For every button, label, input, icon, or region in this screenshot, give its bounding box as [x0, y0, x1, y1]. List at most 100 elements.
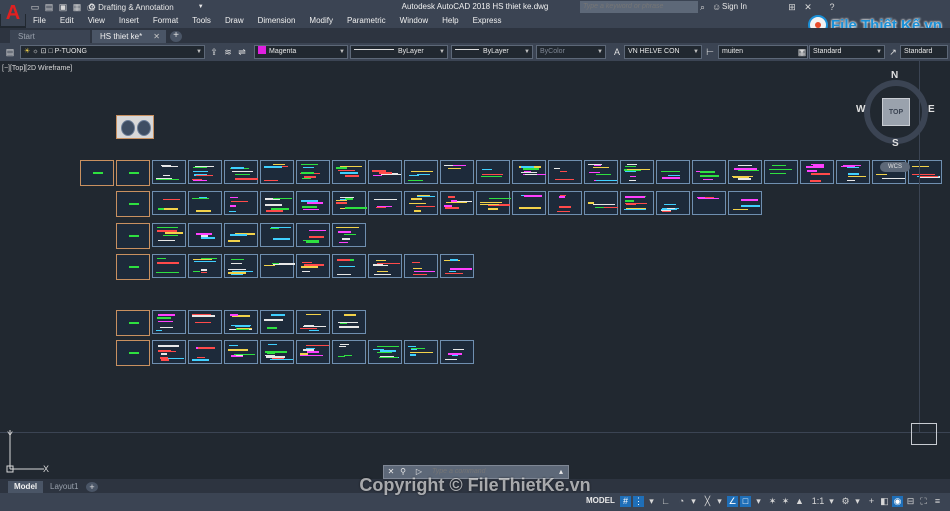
lineweight-select[interactable]: ByLayer ▼	[451, 45, 533, 59]
workspace-switcher[interactable]: ⚙ Drafting & Annotation ▼	[88, 1, 204, 13]
drawing-viewport[interactable]: [−][Top][2D Wireframe] TOP N S W E WCS Y…	[0, 61, 950, 479]
save-as-icon[interactable]: ▦	[72, 2, 82, 12]
text-style-select[interactable]: VN HELVE CON ▼	[624, 45, 702, 59]
menu-express[interactable]: Express	[466, 14, 509, 28]
chevron-down-icon[interactable]: ▾	[852, 496, 863, 507]
command-input[interactable]	[432, 466, 556, 478]
sheet-line	[379, 172, 392, 174]
menu-tools[interactable]: Tools	[185, 14, 218, 28]
model-space-toggle[interactable]: MODEL	[586, 496, 615, 505]
annotation-scale-icon[interactable]: ▲	[794, 496, 805, 507]
sheet-line	[629, 180, 636, 181]
help-search-input[interactable]	[580, 1, 698, 13]
chevron-down-icon[interactable]: ▾	[753, 496, 764, 507]
snap-icon[interactable]: ⋮	[633, 496, 644, 507]
menu-insert[interactable]: Insert	[112, 14, 146, 28]
tab-layout1[interactable]: Layout1	[44, 481, 85, 493]
viewcube-top-face[interactable]: TOP	[882, 98, 910, 126]
table-style-icon[interactable]: ▦	[796, 46, 808, 58]
linetype-select[interactable]: ByLayer ▼	[350, 45, 448, 59]
compass-south[interactable]: S	[892, 138, 899, 149]
close-icon[interactable]: ✕	[386, 466, 396, 478]
close-icon[interactable]: ✕	[153, 30, 160, 43]
sign-in-button[interactable]: Sign In	[722, 0, 747, 14]
tab-start[interactable]: Start	[10, 30, 90, 43]
menu-edit[interactable]: Edit	[53, 14, 81, 28]
make-current-icon[interactable]: ⇪	[208, 46, 220, 58]
sheet-mark	[129, 235, 139, 237]
open-folder-icon[interactable]: ▤	[44, 2, 54, 12]
isodraft-icon[interactable]: ╳	[702, 496, 713, 507]
add-scale-icon[interactable]: +	[866, 496, 877, 507]
wcs-menu[interactable]: WCS	[880, 162, 910, 172]
object-snap-tracking-icon[interactable]: ∠	[727, 496, 738, 507]
annotation-scale-value[interactable]: 1:1	[810, 496, 826, 507]
drawing-sheet	[440, 340, 474, 364]
sheet-line	[377, 271, 388, 272]
compass-west[interactable]: W	[856, 104, 865, 115]
menu-modify[interactable]: Modify	[302, 14, 340, 28]
exchange-icon[interactable]: ✕	[802, 1, 814, 13]
workspace-gear-icon[interactable]: ⚙	[840, 496, 851, 507]
menu-window[interactable]: Window	[393, 14, 435, 28]
command-prompt-icon[interactable]: ▷	[414, 466, 424, 478]
menu-help[interactable]: Help	[435, 14, 465, 28]
sheet-line	[344, 314, 356, 316]
layer-previous-icon[interactable]: ⇌	[236, 46, 248, 58]
drawing-sheet	[188, 191, 222, 215]
sheet-line	[480, 204, 499, 205]
table-style-select[interactable]: Standard ▼	[809, 45, 885, 59]
new-file-icon[interactable]: ▭	[30, 2, 40, 12]
compass-north[interactable]: N	[891, 70, 898, 81]
menu-view[interactable]: View	[81, 14, 112, 28]
compass-east[interactable]: E	[928, 104, 935, 115]
dimension-style-select[interactable]: muiten ▼	[718, 45, 808, 59]
menu-file[interactable]: File	[26, 14, 53, 28]
multileader-style-select[interactable]: Standard	[900, 45, 948, 59]
hardware-acceleration-icon[interactable]: ◉	[892, 496, 903, 507]
clean-screen-icon[interactable]: ⊟	[905, 496, 916, 507]
customization-menu-icon[interactable]: ≡	[932, 496, 943, 507]
ortho-icon[interactable]: ∟	[660, 496, 671, 507]
chevron-down-icon[interactable]: ▾	[826, 496, 837, 507]
layer-properties-icon[interactable]: ▤	[4, 46, 16, 58]
tab-hs-thiet-ke[interactable]: HS thiet ke* ✕	[92, 30, 166, 43]
chevron-up-icon[interactable]: ▴	[556, 466, 566, 478]
save-icon[interactable]: ▣	[58, 2, 68, 12]
color-select[interactable]: Magenta ▼	[254, 45, 348, 59]
multileader-style-icon[interactable]: ↗	[887, 46, 899, 58]
layer-select[interactable]: ☀ ☼ ⊡ □ P-TUONG ▼	[20, 45, 205, 59]
autocad-logo-icon[interactable]: A	[1, 0, 25, 26]
help-icon[interactable]: ?	[826, 1, 838, 13]
plotstyle-select[interactable]: ByColor ▼	[536, 45, 606, 59]
menu-parametric[interactable]: Parametric	[340, 14, 393, 28]
chevron-down-icon[interactable]: ▾	[714, 496, 725, 507]
chevron-down-icon[interactable]: ▾	[646, 496, 657, 507]
sheet-line	[192, 179, 202, 180]
annotation-visibility-icon[interactable]: ✶	[767, 496, 778, 507]
wrench-icon[interactable]: ⚲	[398, 466, 408, 478]
chevron-down-icon[interactable]: ▾	[688, 496, 699, 507]
user-icon[interactable]: ☺	[712, 1, 722, 13]
tab-model[interactable]: Model	[8, 481, 44, 493]
viewcube[interactable]: TOP N S W E	[856, 70, 935, 150]
grid-icon[interactable]: #	[620, 496, 631, 507]
isolate-objects-icon[interactable]: ◧	[879, 496, 890, 507]
dimension-style-icon[interactable]: ⊢	[704, 46, 716, 58]
cart-icon[interactable]: ⊞	[786, 1, 798, 13]
fullscreen-icon[interactable]: ⛶	[918, 496, 929, 507]
sheet-line	[266, 210, 283, 212]
menu-dimension[interactable]: Dimension	[251, 14, 303, 28]
text-style-icon[interactable]: A	[611, 46, 623, 58]
auto-scale-icon[interactable]: ✶	[780, 496, 791, 507]
search-icon[interactable]: ⌕	[700, 1, 710, 13]
menu-draw[interactable]: Draw	[218, 14, 251, 28]
menu-format[interactable]: Format	[146, 14, 185, 28]
polar-icon[interactable]: ◔	[676, 496, 687, 507]
viewport-controls[interactable]: [−][Top][2D Wireframe]	[2, 65, 72, 72]
add-layout-button[interactable]: +	[86, 482, 98, 492]
navigation-box[interactable]	[911, 423, 937, 445]
match-layer-icon[interactable]: ≋	[222, 46, 234, 58]
new-tab-button[interactable]: +	[170, 31, 182, 42]
object-snap-icon[interactable]: □	[740, 496, 751, 507]
